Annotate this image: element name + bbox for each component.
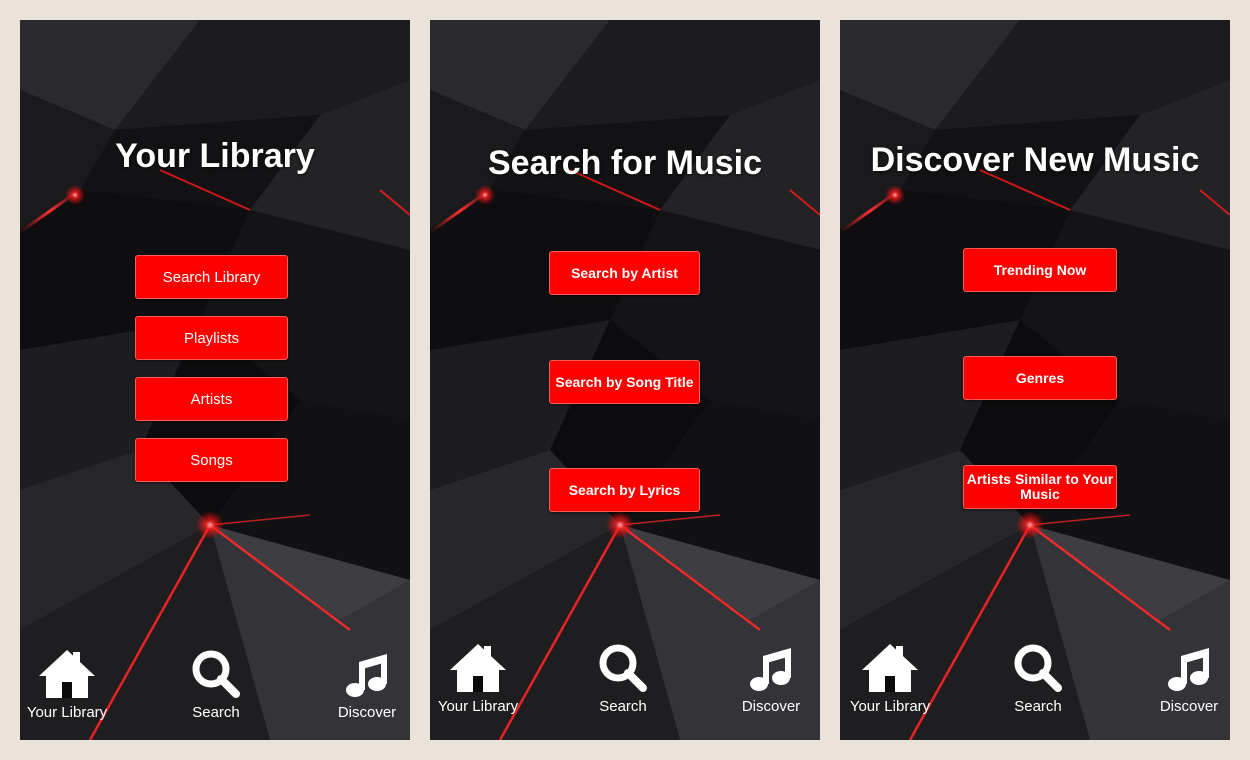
nav-label-your-library: Your Library [437, 698, 519, 715]
search-icon [1014, 644, 1062, 692]
nav-label-your-library: Your Library [26, 704, 108, 721]
nav-item-search[interactable]: Search [166, 648, 266, 728]
nav-label-discover: Discover [1159, 698, 1219, 715]
search-screen: Search for Music Search by Artist Search… [430, 20, 820, 740]
nav-item-search[interactable]: Search [988, 642, 1088, 722]
nav-item-your-library[interactable]: Your Library [20, 648, 117, 728]
genres-button[interactable]: Genres [963, 356, 1117, 400]
nav-label-discover: Discover [337, 704, 397, 721]
songs-button[interactable]: Songs [135, 438, 288, 482]
music-note-icon [346, 654, 387, 697]
search-by-lyrics-button[interactable]: Search by Lyrics [549, 468, 700, 512]
search-icon [192, 650, 240, 698]
library-screen: Your Library Search Library Playlists Ar… [20, 20, 410, 740]
nav-item-your-library[interactable]: Your Library [840, 642, 940, 722]
search-library-button[interactable]: Search Library [135, 255, 288, 299]
page-title: Your Library [115, 137, 315, 175]
nav-label-search: Search [192, 704, 240, 721]
home-icon [450, 644, 506, 692]
nav-item-discover[interactable]: Discover [1139, 642, 1230, 722]
nav-label-search: Search [1014, 698, 1062, 715]
search-icon [599, 644, 647, 692]
music-note-icon [750, 648, 791, 691]
nav-item-discover[interactable]: Discover [721, 642, 820, 722]
music-note-icon [1168, 648, 1209, 691]
search-by-song-title-button[interactable]: Search by Song Title [549, 360, 700, 404]
nav-item-discover[interactable]: Discover [317, 648, 410, 728]
artists-button[interactable]: Artists [135, 377, 288, 421]
nav-item-search[interactable]: Search [573, 642, 673, 722]
nav-item-your-library[interactable]: Your Library [430, 642, 528, 722]
nav-label-your-library: Your Library [849, 698, 931, 715]
search-by-artist-button[interactable]: Search by Artist [549, 251, 700, 295]
nav-label-discover: Discover [741, 698, 801, 715]
home-icon [39, 650, 95, 698]
page-title: Discover New Music [870, 141, 1200, 179]
home-icon [862, 644, 918, 692]
page-title: Search for Music [488, 144, 762, 182]
discover-screen: Discover New Music Trending Now Genres A… [840, 20, 1230, 740]
artists-similar-button[interactable]: Artists Similar to Your Music [963, 465, 1117, 509]
trending-now-button[interactable]: Trending Now [963, 248, 1117, 292]
nav-label-search: Search [599, 698, 647, 715]
playlists-button[interactable]: Playlists [135, 316, 288, 360]
